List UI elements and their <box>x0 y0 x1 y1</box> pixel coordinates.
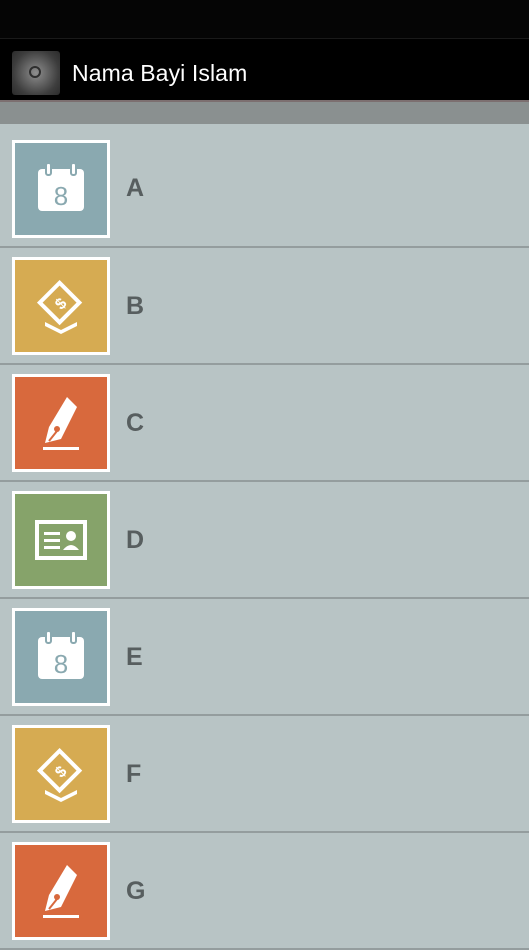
list-item-f[interactable]: $ F <box>0 716 529 833</box>
status-bar <box>0 0 529 38</box>
certificate-icon: $ <box>12 725 110 823</box>
pen-nib-icon <box>12 842 110 940</box>
id-card-icon <box>12 491 110 589</box>
list-item-b[interactable]: $ B <box>0 248 529 365</box>
list-item-c[interactable]: C <box>0 365 529 482</box>
app-logo-icon[interactable] <box>12 51 60 95</box>
letter-list: 8 A $ B C D 8 E $ F G <box>0 124 529 950</box>
list-item-g[interactable]: G <box>0 833 529 950</box>
list-header-shadow <box>0 102 529 124</box>
pen-nib-icon <box>12 374 110 472</box>
action-bar: Nama Bayi Islam <box>0 38 529 102</box>
calendar-icon: 8 <box>12 608 110 706</box>
list-item-label: G <box>126 877 146 905</box>
app-title: Nama Bayi Islam <box>72 60 248 86</box>
list-item-label: C <box>126 409 145 437</box>
svg-text:$: $ <box>52 295 70 313</box>
svg-text:$: $ <box>52 763 70 781</box>
list-item-a[interactable]: 8 A <box>0 124 529 248</box>
svg-text:8: 8 <box>54 649 68 679</box>
calendar-icon: 8 <box>12 140 110 238</box>
list-item-label: B <box>126 292 145 320</box>
list-item-label: E <box>126 643 143 671</box>
list-item-label: A <box>126 174 145 202</box>
svg-text:8: 8 <box>54 181 68 211</box>
list-item-label: F <box>126 760 142 788</box>
list-item-d[interactable]: D <box>0 482 529 599</box>
list-item-label: D <box>126 526 145 554</box>
certificate-icon: $ <box>12 257 110 355</box>
list-item-e[interactable]: 8 E <box>0 599 529 716</box>
